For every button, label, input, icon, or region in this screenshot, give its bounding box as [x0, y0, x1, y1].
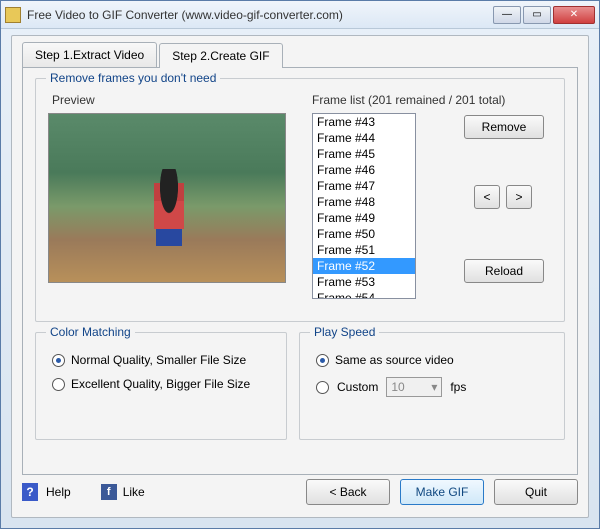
frame-nav: < >	[474, 185, 532, 209]
maximize-button[interactable]: ▭	[523, 6, 551, 24]
radio-custom-label: Custom	[337, 380, 378, 394]
radio-normal-label: Normal Quality, Smaller File Size	[71, 353, 246, 367]
window-title: Free Video to GIF Converter (www.video-g…	[27, 8, 493, 22]
play-speed-title: Play Speed	[310, 325, 379, 339]
preview-label: Preview	[52, 93, 298, 107]
help-label[interactable]: Help	[46, 485, 71, 499]
client-area: Step 1.Extract Video Step 2.Create GIF R…	[11, 35, 589, 518]
fps-select[interactable]: 10 ▾	[386, 377, 442, 397]
frame-item[interactable]: Frame #44	[313, 130, 415, 146]
preview-pane: Preview	[48, 89, 298, 309]
radio-excellent-label: Excellent Quality, Bigger File Size	[71, 377, 250, 391]
frame-item[interactable]: Frame #51	[313, 242, 415, 258]
app-icon	[5, 7, 21, 23]
close-button[interactable]: ✕	[553, 6, 595, 24]
tab-panel-step2: Remove frames you don't need Preview Fra…	[22, 67, 578, 475]
frame-item[interactable]: Frame #50	[313, 226, 415, 242]
window-controls: — ▭ ✕	[493, 6, 595, 24]
frame-list-pane: Frame list (201 remained / 201 total) Fr…	[308, 89, 552, 309]
radio-same-label: Same as source video	[335, 353, 454, 367]
facebook-icon[interactable]: f	[101, 484, 117, 500]
tab-step1[interactable]: Step 1.Extract Video	[22, 42, 157, 67]
back-button[interactable]: < Back	[306, 479, 390, 505]
frame-item[interactable]: Frame #48	[313, 194, 415, 210]
footer: ? Help f Like < Back Make GIF Quit	[22, 477, 578, 507]
like-label[interactable]: Like	[123, 485, 145, 499]
remove-frames-title: Remove frames you don't need	[46, 71, 220, 85]
frame-listbox[interactable]: Frame #43Frame #44Frame #45Frame #46Fram…	[312, 113, 416, 299]
frame-item[interactable]: Frame #54	[313, 290, 415, 299]
frame-list-label: Frame list (201 remained / 201 total)	[312, 93, 552, 107]
app-window: Free Video to GIF Converter (www.video-g…	[0, 0, 600, 529]
next-frame-button[interactable]: >	[506, 185, 532, 209]
frame-item[interactable]: Frame #47	[313, 178, 415, 194]
play-speed-group: Play Speed Same as source video Custom 1…	[299, 332, 565, 440]
frame-item[interactable]: Frame #45	[313, 146, 415, 162]
minimize-button[interactable]: —	[493, 6, 521, 24]
help-icon[interactable]: ?	[22, 483, 38, 501]
radio-excellent[interactable]	[52, 378, 65, 391]
radio-custom-row[interactable]: Custom 10 ▾ fps	[316, 377, 548, 397]
radio-custom[interactable]	[316, 381, 329, 394]
frame-item[interactable]: Frame #53	[313, 274, 415, 290]
bottom-row: Color Matching Normal Quality, Smaller F…	[35, 332, 565, 450]
color-matching-group: Color Matching Normal Quality, Smaller F…	[35, 332, 287, 440]
prev-frame-button[interactable]: <	[474, 185, 500, 209]
radio-same-row[interactable]: Same as source video	[316, 353, 548, 367]
titlebar: Free Video to GIF Converter (www.video-g…	[1, 1, 599, 29]
tab-strip: Step 1.Extract Video Step 2.Create GIF	[12, 36, 588, 67]
tab-step2[interactable]: Step 2.Create GIF	[159, 43, 282, 68]
remove-frames-group: Remove frames you don't need Preview Fra…	[35, 78, 565, 322]
preview-image	[48, 113, 286, 283]
reload-button[interactable]: Reload	[464, 259, 544, 283]
remove-button[interactable]: Remove	[464, 115, 544, 139]
radio-normal[interactable]	[52, 354, 65, 367]
frame-item[interactable]: Frame #52	[313, 258, 415, 274]
color-matching-title: Color Matching	[46, 325, 135, 339]
quit-button[interactable]: Quit	[494, 479, 578, 505]
frame-item[interactable]: Frame #43	[313, 114, 415, 130]
radio-excellent-row[interactable]: Excellent Quality, Bigger File Size	[52, 377, 270, 391]
fps-unit: fps	[450, 380, 466, 394]
chevron-down-icon: ▾	[431, 380, 437, 394]
make-gif-button[interactable]: Make GIF	[400, 479, 484, 505]
frame-item[interactable]: Frame #46	[313, 162, 415, 178]
radio-normal-row[interactable]: Normal Quality, Smaller File Size	[52, 353, 270, 367]
radio-same[interactable]	[316, 354, 329, 367]
frame-item[interactable]: Frame #49	[313, 210, 415, 226]
fps-value: 10	[391, 380, 404, 394]
